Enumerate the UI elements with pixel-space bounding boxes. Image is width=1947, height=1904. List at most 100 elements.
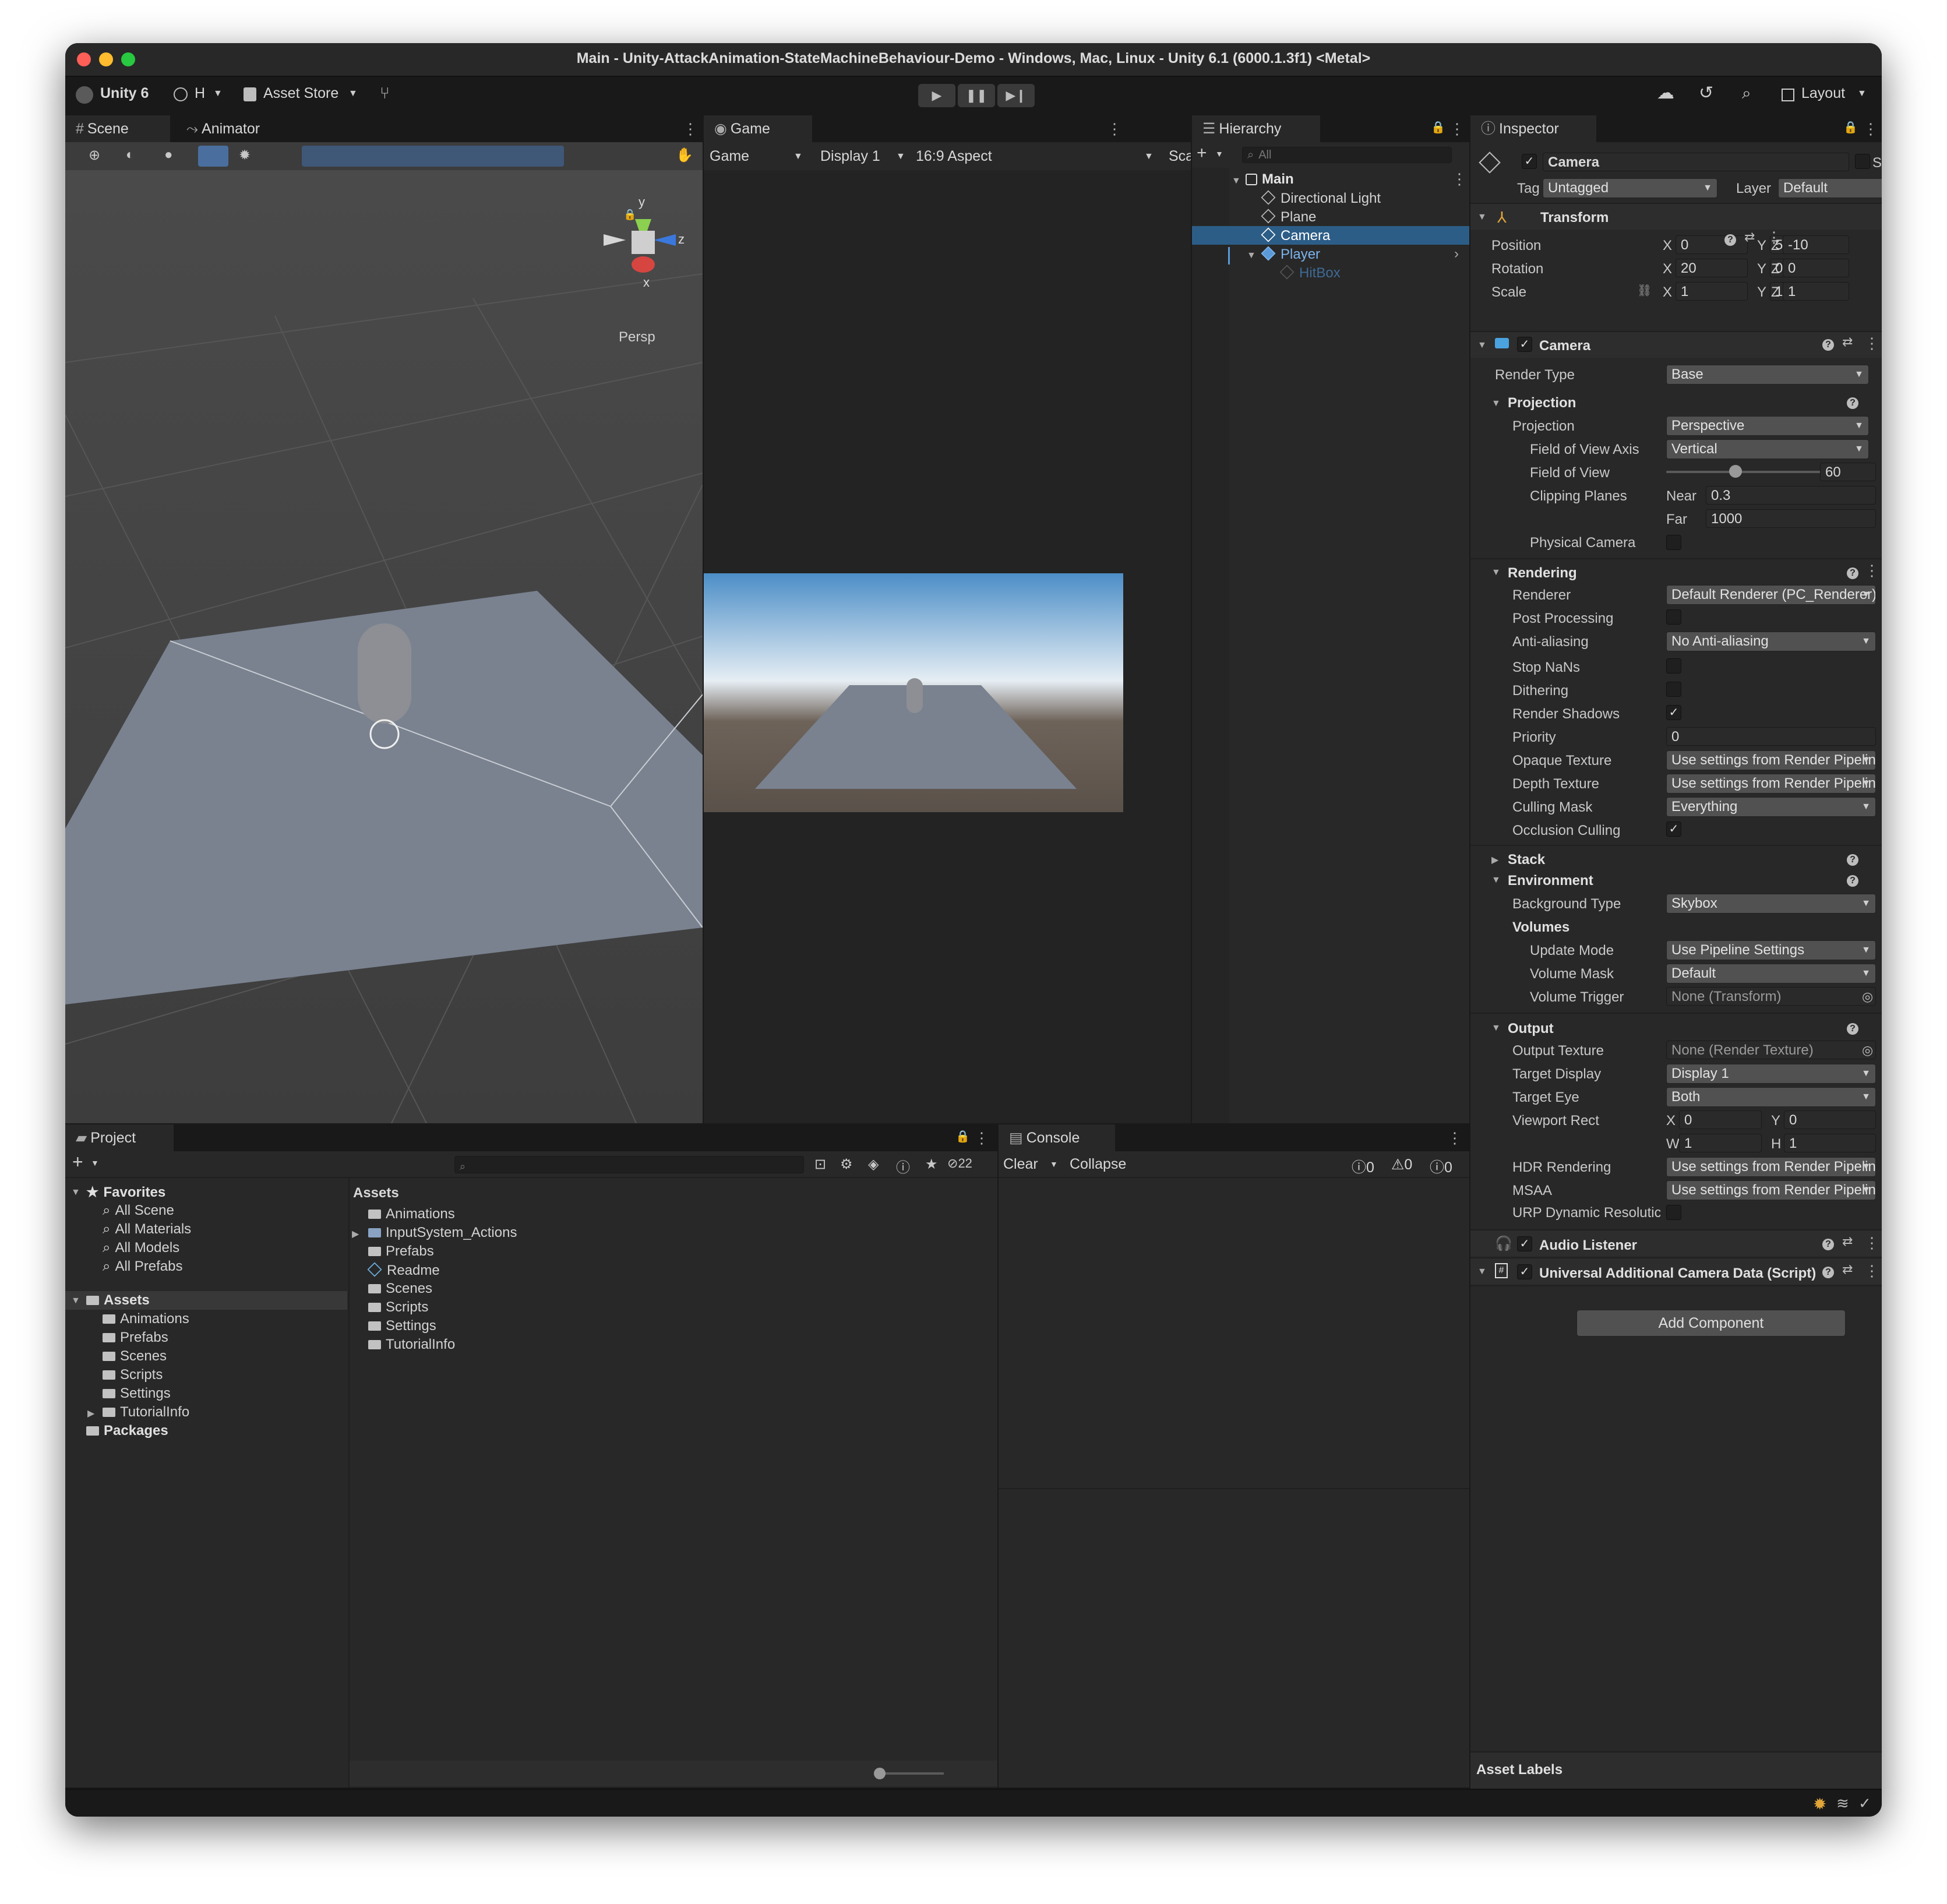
help-icon[interactable]: ? (1822, 1267, 1834, 1278)
layout-button[interactable]: Layout (1801, 85, 1845, 102)
info-filter-toggle[interactable]: ⓘ0 (1352, 1156, 1374, 1177)
rendering-section[interactable]: Rendering (1508, 565, 1577, 581)
presets-icon[interactable]: ⇄ (1842, 1234, 1853, 1249)
tab-animator[interactable]: ⤳ Animator (176, 115, 292, 142)
expand-arrow-icon[interactable]: ▼ (1232, 176, 1241, 186)
collapse-button[interactable]: Collapse (1070, 1156, 1126, 1173)
stack-section[interactable]: Stack (1508, 852, 1545, 868)
volume-mask-dropdown[interactable]: Default ▼ (1666, 964, 1876, 983)
tree-packages[interactable]: Packages (86, 1423, 168, 1439)
pause-button[interactable]: ❚❚ (958, 84, 995, 107)
tab-hierarchy[interactable]: ☰ Hierarchy (1192, 115, 1320, 142)
render-shadows-checkbox[interactable]: ✓ (1666, 705, 1681, 720)
favorite-all-models[interactable]: ⌕ All Models (103, 1240, 179, 1256)
icon-size-slider[interactable] (880, 1772, 944, 1775)
expand-arrow-icon[interactable]: ▼ (71, 1296, 80, 1306)
collapse-arrow-icon[interactable]: ▶ (352, 1228, 359, 1240)
asset-item-readme[interactable]: Readme (367, 1262, 440, 1279)
more-options-icon[interactable]: ⋮ (1864, 562, 1879, 580)
tree-folder-animations[interactable]: Animations (103, 1311, 189, 1327)
tab-console[interactable]: ▤ Console (999, 1124, 1115, 1151)
pivot-icon[interactable]: ◐ (126, 147, 135, 163)
more-options-icon[interactable]: ⋮ (1863, 120, 1878, 138)
collapse-arrow-icon[interactable]: ▶ (1491, 854, 1498, 866)
more-options-icon[interactable]: ⋮ (1447, 1129, 1462, 1147)
tree-folder-settings[interactable]: Settings (103, 1385, 171, 1402)
more-options-icon[interactable]: ⋮ (1452, 170, 1467, 188)
anti-aliasing-dropdown[interactable]: No Anti-aliasing ▼ (1666, 632, 1876, 651)
urp-dynamic-resolution-checkbox[interactable] (1666, 1205, 1681, 1220)
hierarchy-item-player[interactable]: Player (1261, 246, 1320, 263)
help-icon[interactable]: ? (1847, 875, 1858, 887)
asset-item-scripts[interactable]: Scripts (368, 1299, 428, 1316)
viewport-h-field[interactable]: 1 (1784, 1134, 1876, 1152)
position-x-field[interactable]: 0 (1676, 235, 1748, 254)
object-picker-icon[interactable]: ◎ (1862, 1043, 1873, 1058)
scene-viewport[interactable]: y z x 🔒 Persp (65, 170, 703, 1123)
viewport-y-field[interactable]: 0 (1784, 1110, 1876, 1129)
output-texture-field[interactable]: None (Render Texture) (1666, 1041, 1876, 1059)
presets-icon[interactable]: ⇄ (1842, 1262, 1853, 1277)
console-detail-area[interactable] (999, 1489, 1469, 1787)
check-circle-icon[interactable]: ✓ (1858, 1794, 1871, 1813)
favorite-star-icon[interactable]: ★ (925, 1156, 938, 1173)
help-icon[interactable]: ? (1847, 567, 1858, 579)
position-z-field[interactable]: -10 (1783, 235, 1849, 254)
layers-icon[interactable]: ≋ (1836, 1794, 1849, 1813)
scale-slider-label[interactable]: Sca (1169, 148, 1191, 165)
viewport-w-field[interactable]: 1 (1679, 1134, 1762, 1152)
asset-item-inputsystem-actions[interactable]: InputSystem_Actions (368, 1225, 517, 1241)
unity-version-button[interactable]: Unity 6 (100, 85, 149, 102)
error-filter-toggle[interactable]: ⓘ0 (1430, 1156, 1452, 1177)
occlusion-culling-checkbox[interactable]: ✓ (1666, 821, 1681, 837)
hierarchy-item-plane[interactable]: Plane (1261, 209, 1316, 225)
expand-arrow-icon[interactable]: ▼ (1491, 875, 1501, 886)
expand-arrow-icon[interactable]: ▼ (1491, 1023, 1501, 1034)
rotation-z-field[interactable]: 0 (1783, 259, 1849, 277)
game-mode-dropdown[interactable]: Game (710, 148, 749, 165)
favorite-all-prefabs[interactable]: ⌕ All Prefabs (103, 1258, 183, 1275)
far-field[interactable]: 1000 (1706, 509, 1876, 528)
aspect-dropdown[interactable]: 16:9 Aspect (916, 148, 992, 165)
hierarchy-scene-main[interactable]: Main (1246, 171, 1294, 188)
physical-camera-checkbox[interactable] (1666, 535, 1681, 550)
more-options-icon[interactable]: ⋮ (1449, 120, 1465, 138)
hierarchy-item-camera[interactable]: Camera (1261, 227, 1330, 244)
audio-listener-checkbox[interactable]: ✓ (1517, 1236, 1532, 1251)
update-mode-dropdown[interactable]: Use Pipeline Settings ▼ (1666, 940, 1876, 960)
opaque-texture-dropdown[interactable]: Use settings from Render Pipeline Ass▼ (1666, 750, 1876, 770)
more-options-icon[interactable]: ⋮ (974, 1129, 989, 1147)
favorite-all-materials[interactable]: ⌕ All Materials (103, 1221, 191, 1237)
expand-arrow-icon[interactable]: ▼ (1477, 212, 1487, 223)
hand-tool-icon[interactable]: ✋ (676, 147, 693, 164)
tool-overlay-toggles[interactable] (302, 146, 564, 167)
tree-folder-scenes[interactable]: Scenes (103, 1348, 167, 1364)
favorite-all-scene[interactable]: ⌕ All Scene (103, 1203, 174, 1219)
renderer-dropdown[interactable]: Default Renderer (PC_Renderer) ▼ (1666, 585, 1876, 605)
bug-icon[interactable]: ✹ (1813, 1794, 1826, 1814)
active-checkbox[interactable]: ✓ (1522, 154, 1537, 169)
tab-scene[interactable]: # Scene (65, 115, 170, 142)
constrain-proportions-icon[interactable]: ⛓ (1637, 283, 1652, 298)
collapse-arrow-icon[interactable]: ▶ (87, 1408, 94, 1419)
depth-texture-dropdown[interactable]: Use settings from Render Pipeline Ass▼ (1666, 774, 1876, 794)
expand-arrow-icon[interactable]: ▼ (1477, 1267, 1487, 1277)
asset-store-button[interactable]: Asset Store (263, 85, 338, 102)
cloud-icon[interactable]: ☁ (1657, 83, 1674, 103)
asset-item-settings[interactable]: Settings (368, 1318, 436, 1334)
persp-label[interactable]: Persp (619, 329, 655, 345)
tag-dropdown[interactable]: Untagged ▼ (1543, 178, 1717, 198)
search-icon[interactable]: ⌕ (1742, 84, 1751, 103)
near-field[interactable]: 0.3 (1706, 486, 1876, 505)
warning-filter-toggle[interactable]: ⚠0 (1391, 1156, 1412, 1173)
global-icon[interactable]: ⊕ (89, 147, 100, 164)
fov-value-field[interactable]: 60 (1820, 463, 1876, 481)
additional-data-checkbox[interactable]: ✓ (1517, 1264, 1532, 1279)
priority-field[interactable]: 0 (1666, 727, 1876, 746)
create-plus-icon[interactable]: + (72, 1151, 83, 1173)
clear-button[interactable]: Clear (1003, 1156, 1038, 1173)
help-icon[interactable]: ? (1822, 1239, 1834, 1250)
lock-icon[interactable]: 🔒 (1843, 120, 1858, 135)
help-icon[interactable]: ? (1724, 234, 1736, 246)
more-options-icon[interactable]: ⋮ (1864, 1262, 1879, 1280)
